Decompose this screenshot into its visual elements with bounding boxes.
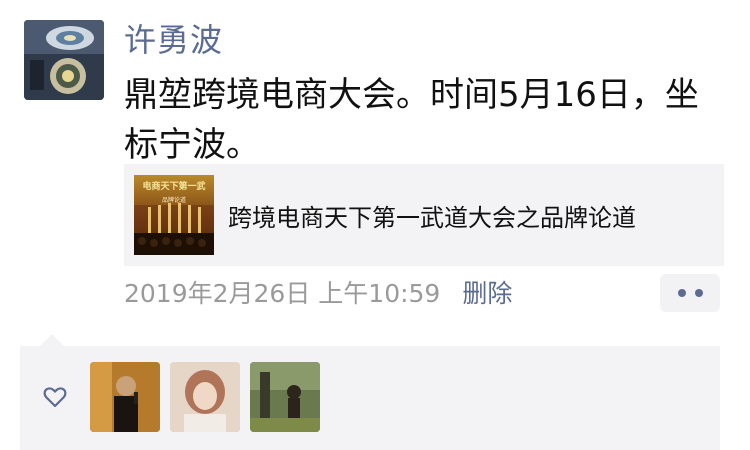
author-name[interactable]: 许勇波 (124, 18, 223, 62)
avatar-image (24, 20, 104, 100)
link-title: 跨境电商天下第一武道大会之品牌论道 (228, 203, 636, 232)
liker-avatar[interactable] (170, 362, 240, 432)
liker-avatar[interactable] (250, 362, 320, 432)
delete-button[interactable]: 删除 (462, 274, 512, 310)
likes-panel-arrow (40, 334, 64, 346)
link-thumbnail: 电商天下第一武 品牌论道 (134, 175, 214, 255)
heart-icon (43, 387, 67, 408)
author-avatar[interactable] (24, 20, 104, 100)
post-timestamp: 2019年2月26日 上午10:59 (124, 279, 441, 308)
more-dot-icon (677, 289, 686, 297)
more-dot-icon (694, 289, 703, 297)
post-text: 鼎堃跨境电商大会。时间5月16日，坐标宁波。 (124, 75, 699, 165)
thumbnail-title: 电商天下第一武 (142, 182, 206, 192)
post-meta: 2019年2月26日 上午10:59 删除 (124, 274, 512, 310)
more-actions-button[interactable] (660, 274, 720, 312)
shared-link-card[interactable]: 电商天下第一武 品牌论道 跨境电商天下第一武道大会之品牌论道 (124, 164, 724, 266)
liker-photo (250, 362, 320, 432)
liker-photo (170, 362, 240, 432)
thumbnail-subtitle: 品牌论道 (161, 197, 186, 204)
liker-photo (90, 362, 160, 432)
liker-avatar[interactable] (90, 362, 160, 432)
